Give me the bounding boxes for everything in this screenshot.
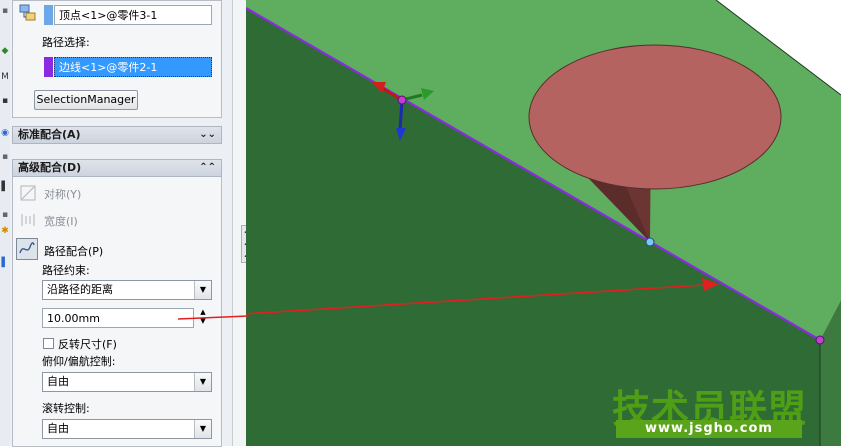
pitch-yaw-label: 俯仰/偏航控制: [42,355,116,368]
advanced-mates-title: 高级配合(D) [18,161,82,174]
path-selection-field[interactable]: 边线<1>@零件2-1 [54,57,212,77]
path-mate-icon [19,242,35,254]
roll-control-value: 自由 [47,422,69,435]
mate-selections-icon [19,4,36,21]
toolbar-mini-icon[interactable]: ▪ [0,210,10,220]
toolbar-mini-icon[interactable]: M [0,72,10,82]
toolbar-mini-icon[interactable]: ▌ [0,258,10,268]
distance-input[interactable]: 10.00mm [42,308,194,328]
pitch-yaw-dropdown[interactable]: 自由 ▼ [42,372,212,392]
dropdown-arrow-icon: ▼ [194,420,211,438]
dropdown-arrow-icon: ▼ [194,281,211,299]
reverse-dimension-label[interactable]: 反转尺寸(F) [58,336,117,352]
path-color-swatch [44,57,53,77]
annotation-arrow-tail [178,315,248,320]
symmetric-mate-icon[interactable] [19,184,37,202]
pitch-yaw-value: 自由 [47,375,69,388]
path-selection-label: 路径选择: [42,36,90,49]
roll-control-label: 滚转控制: [42,402,90,415]
toolbar-mini-icon[interactable]: ◆ [0,46,10,56]
toolbar-mini-icon[interactable]: ▪ [0,96,10,106]
watermark-url: www.jsgho.com [616,420,802,438]
path-mate-option[interactable]: 路径配合(P) [44,243,103,259]
reverse-dimension-checkbox[interactable] [43,338,54,349]
dropdown-arrow-icon: ▼ [194,373,211,391]
toolbar-mini-icon[interactable]: ▪ [0,6,10,16]
cone-vertex-point[interactable] [645,237,655,247]
standard-mates-title: 标准配合(A) [18,128,81,141]
edge-end-point[interactable] [815,335,825,345]
symmetric-option[interactable]: 对称(Y) [44,186,81,202]
path-mate-toggle[interactable] [16,238,38,260]
selection-manager-button[interactable]: SelectionManager [34,90,138,110]
toolbar-mini-icon[interactable]: ▪ [0,152,10,162]
selection-color-swatch [44,5,53,25]
width-mate-icon[interactable] [19,211,37,229]
toolbar-mini-icon[interactable]: ▌ [0,182,10,192]
path-constraint-dropdown[interactable]: 沿路径的距离 ▼ [42,280,212,300]
path-constraint-label: 路径约束: [42,264,90,277]
path-constraint-value: 沿路径的距离 [47,283,113,296]
standard-mates-header[interactable]: 标准配合(A) ⌄⌄ [12,126,222,144]
roll-control-dropdown[interactable]: 自由 ▼ [42,419,212,439]
toolbar-mini-icon[interactable]: ✱ [0,226,10,236]
toolbar-mini-icon[interactable]: ◉ [0,128,10,138]
chevron-up-icon[interactable]: ⌃⌃ [199,160,216,176]
width-option[interactable]: 宽度(I) [44,213,78,229]
cone-top-face[interactable] [528,44,782,190]
property-manager-panel: 顶点<1>@零件3-1 路径选择: 边线<1>@零件2-1 SelectionM… [10,0,232,447]
advanced-mates-header[interactable]: 高级配合(D) ⌃⌃ [12,159,222,177]
vertex-selection-field[interactable]: 顶点<1>@零件3-1 [54,5,212,25]
chevron-down-icon[interactable]: ⌄⌄ [199,127,216,143]
